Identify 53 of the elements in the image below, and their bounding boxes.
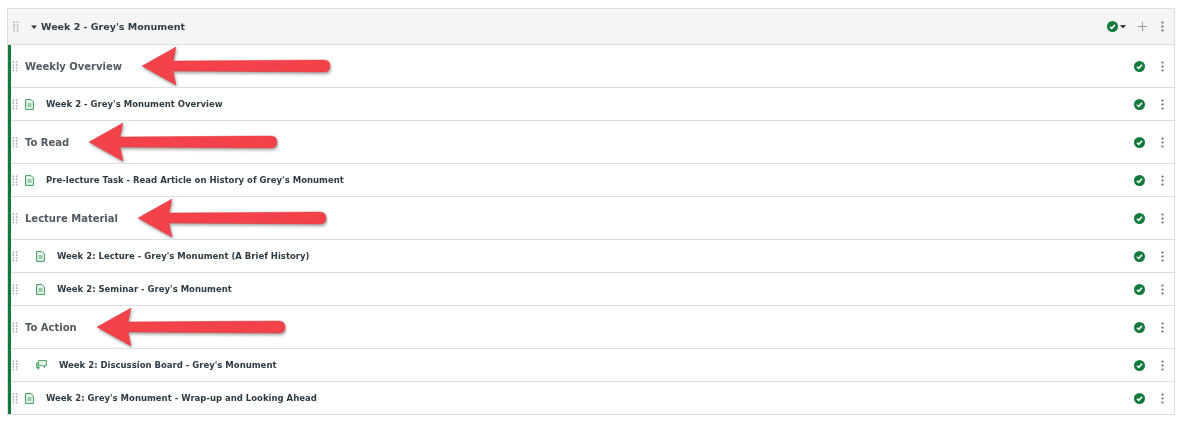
more-options-icon[interactable] [1161,359,1164,371]
item-link[interactable]: Week 2: Discussion Board - Grey's Monument [59,360,277,370]
page-icon [25,98,34,110]
more-options-icon[interactable] [1161,392,1164,404]
published-icon[interactable] [1134,392,1145,404]
drag-handle-icon[interactable] [12,212,18,224]
item-link[interactable]: Week 2 - Grey's Monument Overview [46,99,223,109]
more-options-icon[interactable] [1161,60,1164,72]
drag-handle-icon[interactable] [12,359,18,371]
published-icon[interactable] [1134,212,1145,224]
more-options-icon[interactable] [1161,136,1164,148]
published-icon[interactable] [1134,174,1145,186]
page-icon [36,250,45,262]
drag-handle-icon[interactable] [12,136,18,148]
caret-icon[interactable] [1120,24,1126,29]
published-icon[interactable] [1134,283,1145,295]
text-header: To Action [25,321,77,333]
published-icon[interactable] [1134,60,1145,72]
drag-handle-icon[interactable] [12,174,18,186]
more-options-icon[interactable] [1161,98,1164,110]
page-icon [36,283,45,295]
drag-handle-icon[interactable] [13,21,19,32]
item-link[interactable]: Week 2: Lecture - Grey's Monument (A Brief History) [57,251,310,261]
discussion-icon [36,360,47,370]
page-icon [25,174,34,186]
add-icon[interactable] [1138,22,1147,31]
text-header: To Read [25,136,70,148]
item-link[interactable]: Week 2: Seminar - Grey's Monument [57,284,232,294]
more-options-icon[interactable] [1161,250,1164,262]
more-options-icon[interactable] [1161,21,1164,32]
text-header: Lecture Material [25,212,118,224]
published-icon[interactable] [1134,250,1145,262]
drag-handle-icon[interactable] [12,98,18,110]
published-icon[interactable] [1134,98,1145,110]
drag-handle-icon[interactable] [12,250,18,262]
drag-handle-icon[interactable] [12,60,18,72]
more-options-icon[interactable] [1161,174,1164,186]
item-link[interactable]: Pre-lecture Task - Read Article on History of Grey's Monument [46,175,344,185]
drag-handle-icon[interactable] [12,283,18,295]
published-icon[interactable] [1134,359,1145,371]
published-icon[interactable] [1134,136,1145,148]
more-options-icon[interactable] [1161,283,1164,295]
more-options-icon[interactable] [1161,212,1164,224]
item-link[interactable]: Week 2: Grey's Monument - Wrap-up and Looking Ahead [46,393,317,403]
page-icon [25,392,34,404]
drag-handle-icon[interactable] [12,321,18,333]
more-options-icon[interactable] [1161,321,1164,333]
published-icon[interactable] [1134,321,1145,333]
module-title: Week 2 - Grey's Monument [41,21,185,32]
published-icon[interactable] [1107,21,1118,32]
collapse-caret-icon[interactable] [31,23,37,30]
drag-handle-icon[interactable] [12,392,18,404]
text-header: Weekly Overview [25,60,123,72]
